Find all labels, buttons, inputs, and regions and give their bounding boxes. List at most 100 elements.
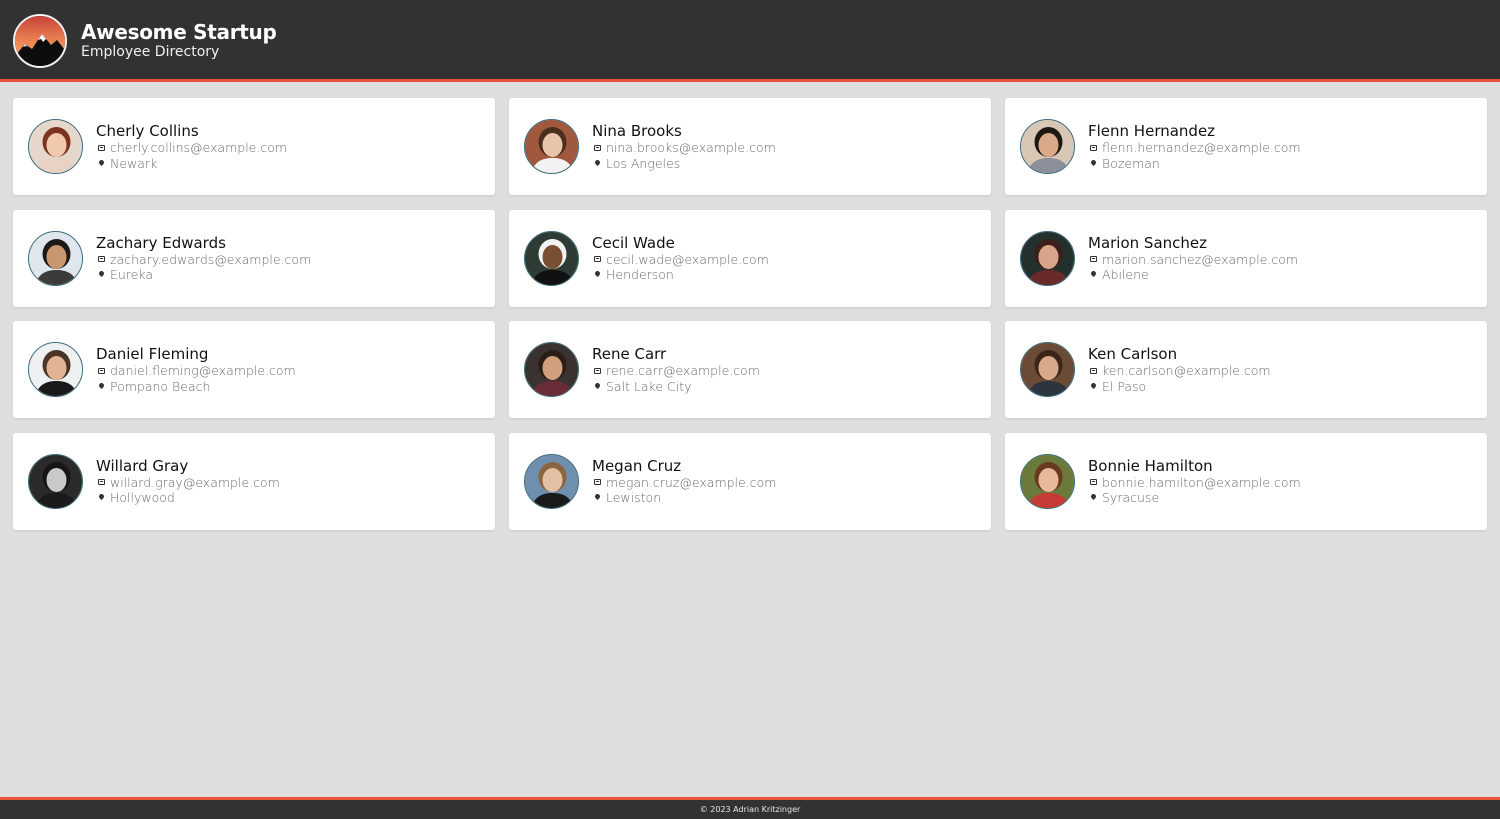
- map-pin-icon: [593, 158, 602, 166]
- envelope-icon: [594, 479, 601, 486]
- employee-info: Megan Cruz megan.cruz@example.com Lewist…: [592, 457, 982, 506]
- map-pin-icon: [1089, 381, 1098, 389]
- employee-email[interactable]: nina.brooks@example.com: [606, 140, 776, 156]
- avatar: [28, 453, 83, 509]
- employee-info: Bonnie Hamilton bonnie.hamilton@example.…: [1088, 457, 1478, 506]
- app-title: Awesome Startup: [81, 20, 277, 44]
- envelope-icon: [1090, 144, 1097, 151]
- employee-email[interactable]: zachary.edwards@example.com: [110, 252, 311, 268]
- employee-location-row: Syracuse: [1088, 490, 1478, 506]
- employee-email[interactable]: ken.carlson@example.com: [1102, 363, 1271, 379]
- employee-location-row: Henderson: [592, 267, 982, 283]
- employee-email-row: willard.gray@example.com: [96, 475, 486, 491]
- employee-email-row: ken.carlson@example.com: [1088, 363, 1478, 379]
- employee-email-row: daniel.fleming@example.com: [96, 363, 486, 379]
- employee-info: Nina Brooks nina.brooks@example.com Los …: [592, 122, 982, 171]
- envelope-icon: [594, 256, 601, 263]
- employee-card[interactable]: Flenn Hernandez flenn.hernandez@example.…: [1005, 98, 1487, 195]
- employee-location-row: Salt Lake City: [592, 379, 982, 395]
- envelope-icon: [98, 256, 105, 263]
- employee-name: Cherly Collins: [96, 122, 199, 140]
- employee-email[interactable]: cherly.collins@example.com: [110, 140, 287, 156]
- employee-city: Hollywood: [110, 490, 175, 505]
- employee-email[interactable]: flenn.hernandez@example.com: [1102, 140, 1301, 156]
- employee-name: Marion Sanchez: [1088, 233, 1207, 252]
- avatar: [524, 230, 579, 286]
- employee-info: Cherly Collins cherly.collins@example.co…: [96, 122, 486, 171]
- employee-card[interactable]: Megan Cruz megan.cruz@example.com Lewist…: [509, 432, 991, 530]
- employee-email-row: megan.cruz@example.com: [592, 475, 982, 491]
- employee-card[interactable]: Willard Gray willard.gray@example.com Ho…: [13, 432, 495, 530]
- employee-info: Rene Carr rene.carr@example.com Salt Lak…: [592, 345, 982, 394]
- employee-email-row: bonnie.hamilton@example.com: [1088, 475, 1478, 491]
- employee-location-row: Los Angeles: [592, 156, 982, 172]
- employee-city: Eureka: [110, 267, 154, 282]
- map-pin-icon: [97, 270, 106, 278]
- employee-email[interactable]: rene.carr@example.com: [606, 363, 760, 379]
- employee-location-row: Lewiston: [592, 490, 982, 506]
- envelope-icon: [98, 144, 105, 151]
- employee-name: Bonnie Hamilton: [1088, 456, 1213, 475]
- employee-email[interactable]: cecil.wade@example.com: [606, 252, 769, 268]
- employee-card[interactable]: Nina Brooks nina.brooks@example.com Los …: [509, 98, 991, 195]
- copyright-text: © 2023 Adrian Kritzinger: [699, 805, 801, 814]
- employee-city: Newark: [110, 155, 158, 171]
- avatar: [1020, 119, 1075, 174]
- page: Awesome Startup Employee Directory Cherl…: [0, 0, 1500, 819]
- employee-card[interactable]: Marion Sanchez marion.sanchez@example.co…: [1005, 209, 1487, 307]
- app-subtitle: Employee Directory: [81, 44, 220, 60]
- employee-email[interactable]: bonnie.hamilton@example.com: [1102, 475, 1301, 491]
- employee-location-row: El Paso: [1088, 379, 1478, 395]
- employee-location-row: Abilene: [1088, 267, 1478, 283]
- employee-location-row: Bozeman: [1088, 156, 1478, 172]
- employee-email-row: cherly.collins@example.com: [96, 140, 486, 156]
- employee-name: Nina Brooks: [592, 122, 682, 140]
- map-pin-icon: [1089, 493, 1098, 501]
- employee-card[interactable]: Ken Carlson ken.carlson@example.com El P…: [1005, 321, 1487, 418]
- employee-city: Bozeman: [1102, 155, 1160, 171]
- employee-location-row: Eureka: [96, 267, 486, 283]
- employee-city: Syracuse: [1102, 490, 1160, 505]
- avatar: [1020, 342, 1075, 397]
- map-pin-icon: [97, 381, 106, 389]
- employee-name: Daniel Fleming: [96, 345, 209, 363]
- avatar: [524, 119, 579, 174]
- employee-name: Cecil Wade: [592, 233, 675, 252]
- employee-city: Los Angeles: [606, 155, 681, 171]
- employee-card[interactable]: Daniel Fleming daniel.fleming@example.co…: [13, 321, 495, 418]
- employee-card[interactable]: Cecil Wade cecil.wade@example.com Hender…: [509, 209, 991, 307]
- employee-email[interactable]: willard.gray@example.com: [110, 475, 280, 491]
- brand: Awesome Startup Employee Directory: [81, 20, 277, 60]
- employee-card[interactable]: Cherly Collins cherly.collins@example.co…: [13, 98, 495, 195]
- employee-info: Flenn Hernandez flenn.hernandez@example.…: [1088, 122, 1478, 171]
- employee-info: Marion Sanchez marion.sanchez@example.co…: [1088, 234, 1478, 283]
- mountain-logo-icon[interactable]: [13, 14, 67, 68]
- employee-email-row: zachary.edwards@example.com: [96, 252, 486, 268]
- avatar: [524, 453, 579, 509]
- employee-email-row: flenn.hernandez@example.com: [1088, 140, 1478, 156]
- employee-card[interactable]: Rene Carr rene.carr@example.com Salt Lak…: [509, 321, 991, 418]
- employee-name: Rene Carr: [592, 345, 667, 363]
- employee-email-row: cecil.wade@example.com: [592, 252, 982, 268]
- employee-card[interactable]: Bonnie Hamilton bonnie.hamilton@example.…: [1005, 432, 1487, 530]
- envelope-icon: [98, 367, 105, 374]
- employee-location-row: Hollywood: [96, 490, 486, 506]
- page-footer: © 2023 Adrian Kritzinger: [0, 797, 1500, 819]
- employee-email[interactable]: marion.sanchez@example.com: [1102, 252, 1298, 268]
- employee-location-row: Newark: [96, 156, 486, 172]
- employee-city: Henderson: [606, 267, 674, 282]
- employee-info: Willard Gray willard.gray@example.com Ho…: [96, 457, 486, 506]
- employee-info: Cecil Wade cecil.wade@example.com Hender…: [592, 234, 982, 283]
- employee-email[interactable]: daniel.fleming@example.com: [110, 363, 296, 379]
- map-pin-icon: [593, 381, 602, 389]
- employee-email[interactable]: megan.cruz@example.com: [606, 475, 776, 491]
- employee-location-row: Pompano Beach: [96, 379, 486, 395]
- employee-city: Abilene: [1102, 267, 1149, 282]
- employee-grid: Cherly Collins cherly.collins@example.co…: [13, 98, 1487, 530]
- map-pin-icon: [97, 493, 106, 501]
- employee-email-row: rene.carr@example.com: [592, 363, 982, 379]
- employee-card[interactable]: Zachary Edwards zachary.edwards@example.…: [13, 209, 495, 307]
- envelope-icon: [1090, 367, 1097, 374]
- avatar: [28, 230, 83, 286]
- map-pin-icon: [593, 493, 602, 501]
